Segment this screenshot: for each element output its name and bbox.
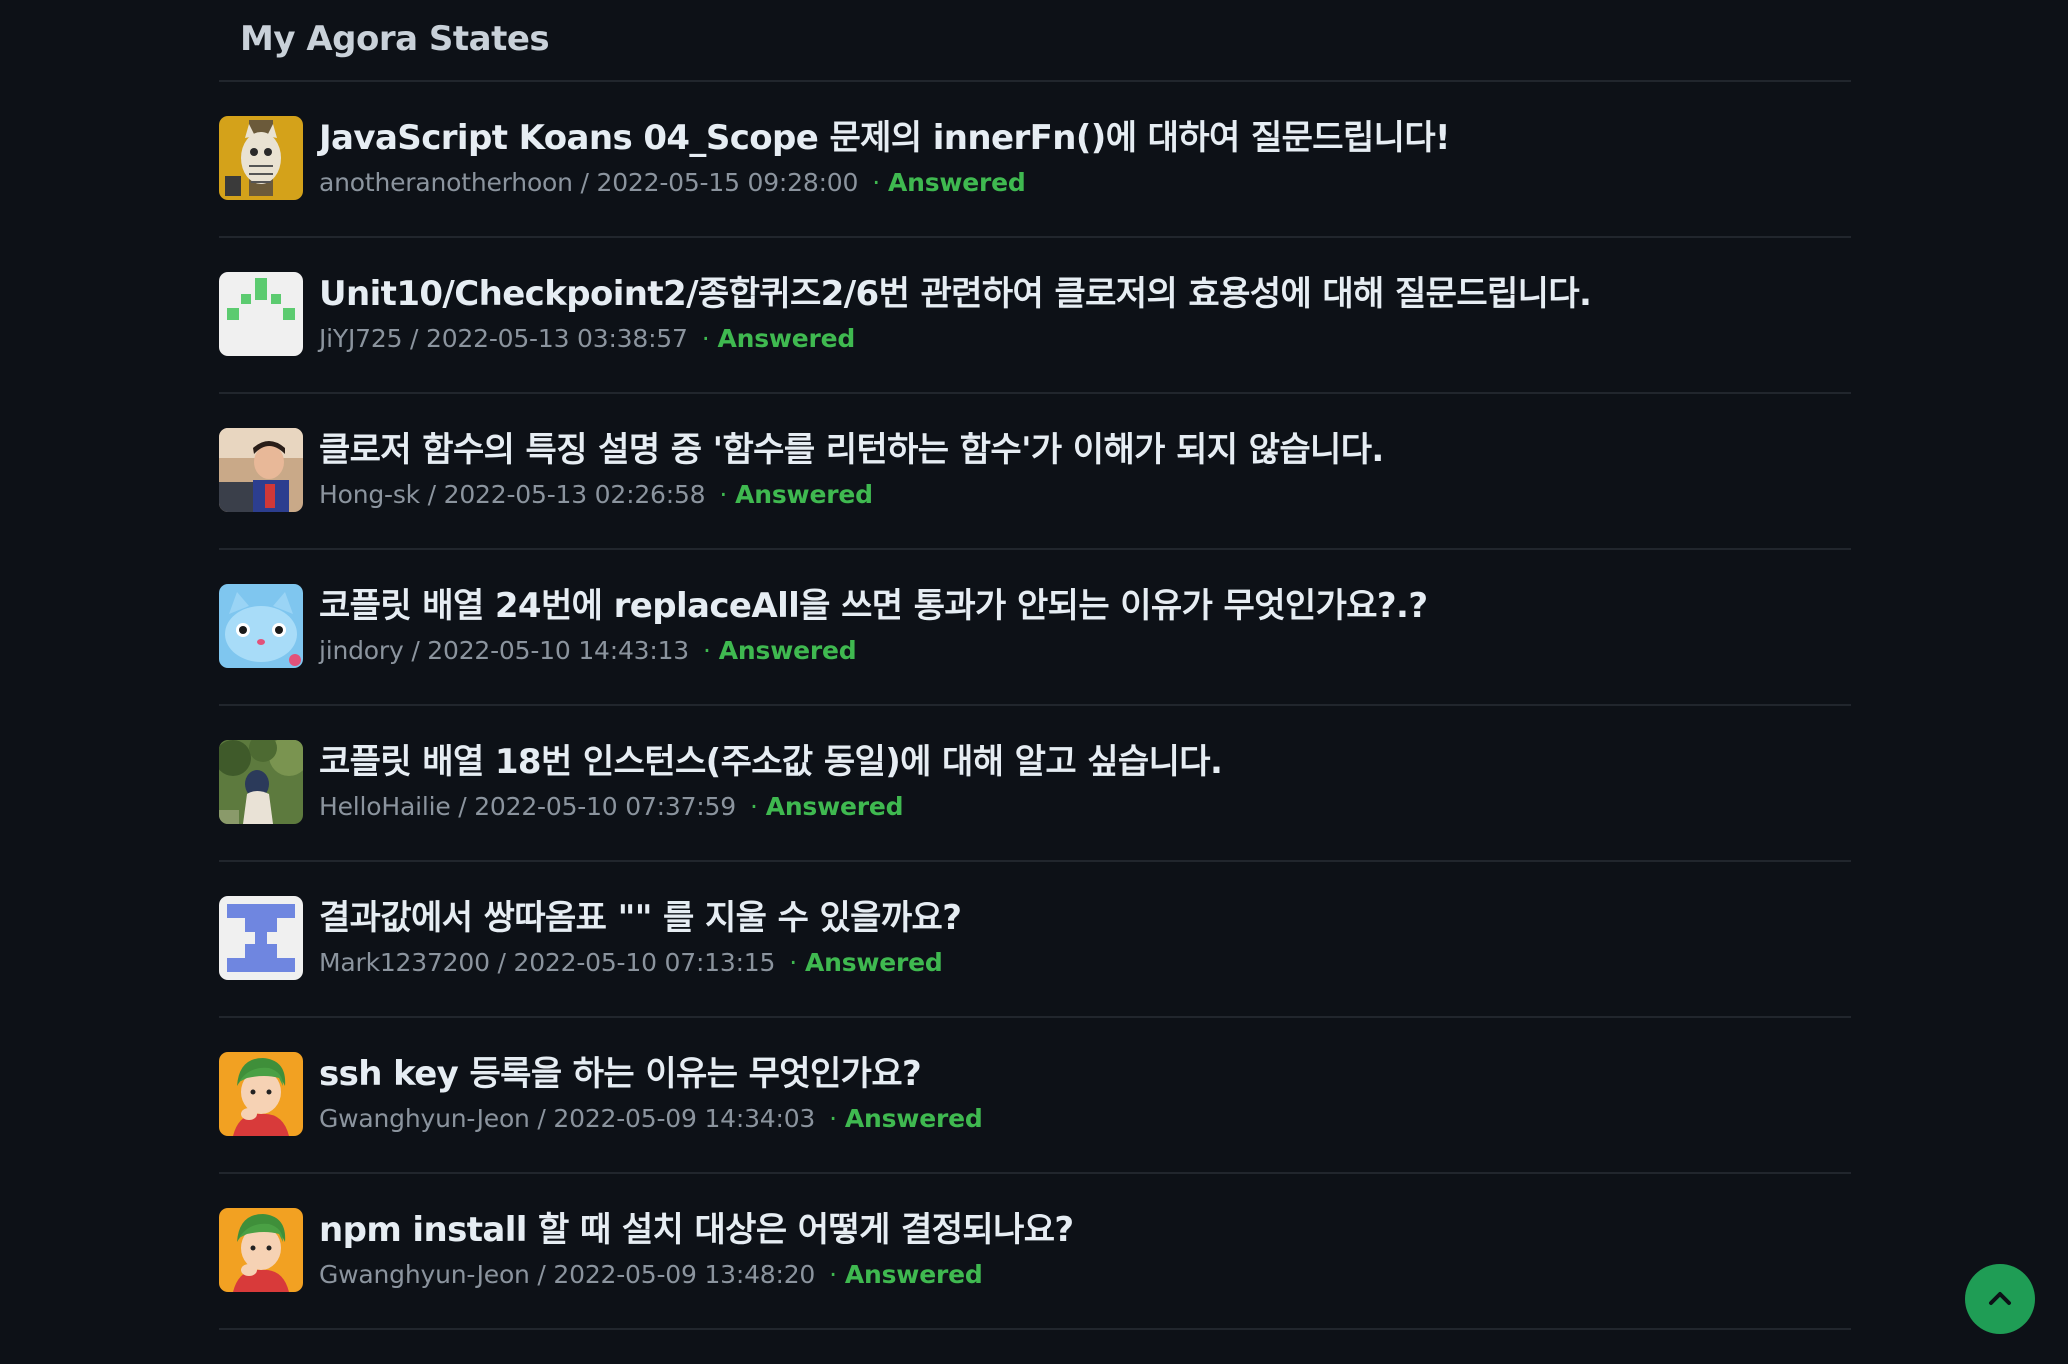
discussion-title[interactable]: 코플릿 배열 18번 인스턴스(주소값 동일)에 대해 알고 싶습니다. — [319, 740, 1223, 784]
status-dot-icon: · — [719, 480, 728, 509]
section-title: My Agora States — [240, 19, 550, 59]
discussion-meta: Mark1237200 / 2022-05-10 07:13:15 · Answer… — [319, 946, 961, 980]
discussion-meta: JiYJ725 / 2022-05-13 03:38:57 · Answered — [319, 322, 1591, 356]
status-answered: · Answered — [829, 1260, 983, 1289]
status-answered: · Answered — [701, 324, 856, 353]
discussion-item: Unit10/Checkpoint2/종합퀴즈2/6번 관련하여 클로저의 효용… — [219, 238, 1851, 394]
status-dot-icon: · — [789, 948, 797, 977]
cartoon-person-icon — [219, 1208, 303, 1292]
cat-illustration-icon — [219, 116, 303, 200]
status-answered: · Answered — [872, 168, 1026, 197]
status-answered: · Answered — [829, 1104, 983, 1133]
blue-identicon-icon — [219, 896, 303, 980]
discussion-title[interactable]: 결과값에서 쌍따옴표 "" 를 지울 수 있을까요? — [319, 896, 962, 940]
author-date: Gwanghyun-Jeon / 2022-05-09 13:48:20 — [319, 1260, 816, 1289]
status-dot-icon: · — [872, 168, 880, 197]
discussion-title[interactable]: Unit10/Checkpoint2/종합퀴즈2/6번 관련하여 클로저의 효용… — [319, 272, 1592, 316]
discussion-content: 코플릿 배열 18번 인스턴스(주소값 동일)에 대해 알고 싶습니다. Hel… — [319, 740, 1223, 824]
discussion-list: JavaScript Koans 04_Scope 문제의 innerFn()에… — [219, 82, 1851, 1330]
status-dot-icon: · — [829, 1260, 837, 1289]
author-date: Mark1237200 / 2022-05-10 07:13:15 — [319, 948, 776, 977]
status-label: Answered — [844, 1260, 983, 1289]
chevron-up-icon — [1989, 1292, 2011, 1305]
avatar[interactable] — [219, 584, 303, 668]
status-answered: · Answered — [749, 792, 904, 821]
page: My Agora States JavaScript Koans 04_Scop… — [0, 0, 2068, 1364]
discussion-content: JavaScript Koans 04_Scope 문제의 innerFn()에… — [319, 116, 1451, 200]
avatar[interactable] — [219, 896, 303, 980]
discussion-title[interactable]: 클로저 함수의 특징 설명 중 '함수를 리턴하는 함수'가 이해가 되지 않습… — [319, 428, 1384, 472]
status-dot-icon: · — [703, 636, 711, 665]
status-answered: · Answered — [789, 948, 943, 977]
status-answered: · Answered — [719, 480, 873, 509]
discussion-title[interactable]: 코플릿 배열 24번에 replaceAll을 쓰면 통과가 안되는 이유가 무… — [319, 584, 1428, 628]
blue-cat-icon — [219, 584, 303, 668]
discussion-meta: Hong-sk / 2022-05-13 02:26:58 · Answered — [319, 478, 1384, 512]
section-header: My Agora States — [219, 0, 1851, 82]
discussion-meta: jindory / 2022-05-10 14:43:13 · Answered — [319, 634, 1428, 668]
status-label: Answered — [717, 324, 856, 353]
author-date: Gwanghyun-Jeon / 2022-05-09 14:34:03 — [319, 1104, 816, 1133]
discussion-title[interactable]: npm install 할 때 설치 대상은 어떻게 결정되나요? — [319, 1208, 1074, 1252]
avatar[interactable] — [219, 1208, 303, 1292]
status-answered: · Answered — [703, 636, 857, 665]
nature-photo-icon — [219, 740, 303, 824]
status-label: Answered — [804, 948, 943, 977]
discussion-content: ssh key 등록을 하는 이유는 무엇인가요? Gwanghyun-Jeon… — [319, 1052, 983, 1136]
avatar[interactable] — [219, 740, 303, 824]
status-label: Answered — [887, 168, 1026, 197]
scroll-to-top-button[interactable] — [1965, 1264, 2035, 1334]
discussion-meta: Gwanghyun-Jeon / 2022-05-09 13:48:20 · Ans… — [319, 1258, 1074, 1292]
discussion-item: 클로저 함수의 특징 설명 중 '함수를 리턴하는 함수'가 이해가 되지 않습… — [219, 394, 1851, 550]
author-date: HelloHailie / 2022-05-10 07:37:59 — [319, 792, 736, 821]
status-label: Answered — [718, 636, 857, 665]
discussion-content: 코플릿 배열 24번에 replaceAll을 쓰면 통과가 안되는 이유가 무… — [319, 584, 1428, 668]
author-date: jindory / 2022-05-10 14:43:13 — [319, 636, 690, 665]
discussion-item: 결과값에서 쌍따옴표 "" 를 지울 수 있을까요? Mark1237200 /… — [219, 862, 1851, 1018]
discussion-meta: Gwanghyun-Jeon / 2022-05-09 14:34:03 · Ans… — [319, 1102, 983, 1136]
status-label: Answered — [844, 1104, 983, 1133]
discussion-title[interactable]: ssh key 등록을 하는 이유는 무엇인가요? — [319, 1052, 983, 1096]
avatar[interactable] — [219, 428, 303, 512]
discussion-content: 클로저 함수의 특징 설명 중 '함수를 리턴하는 함수'가 이해가 되지 않습… — [319, 428, 1384, 512]
discussion-container: My Agora States JavaScript Koans 04_Scop… — [219, 0, 1851, 1330]
discussion-item: ssh key 등록을 하는 이유는 무엇인가요? Gwanghyun-Jeon… — [219, 1018, 1851, 1174]
discussion-item: 코플릿 배열 24번에 replaceAll을 쓰면 통과가 안되는 이유가 무… — [219, 550, 1851, 706]
status-label: Answered — [765, 792, 904, 821]
status-dot-icon: · — [829, 1104, 837, 1133]
author-date: JiYJ725 / 2022-05-13 03:38:57 — [319, 324, 688, 353]
avatar[interactable] — [219, 272, 303, 356]
status-dot-icon: · — [701, 324, 710, 353]
discussion-item: npm install 할 때 설치 대상은 어떻게 결정되나요? Gwangh… — [219, 1174, 1851, 1330]
author-date: Hong-sk / 2022-05-13 02:26:58 — [319, 480, 706, 509]
avatar[interactable] — [219, 1052, 303, 1136]
status-dot-icon: · — [749, 792, 758, 821]
discussion-meta: anotheranotherhoon / 2022-05-15 09:28:00… — [319, 166, 1450, 200]
discussion-title[interactable]: JavaScript Koans 04_Scope 문제의 innerFn()에… — [319, 116, 1451, 160]
person-photo-icon — [219, 428, 303, 512]
discussion-content: Unit10/Checkpoint2/종합퀴즈2/6번 관련하여 클로저의 효용… — [319, 272, 1592, 356]
green-identicon-icon — [219, 272, 303, 356]
discussion-meta: HelloHailie / 2022-05-10 07:37:59 · Answer… — [319, 790, 1222, 824]
status-label: Answered — [735, 480, 873, 509]
discussion-item: 코플릿 배열 18번 인스턴스(주소값 동일)에 대해 알고 싶습니다. Hel… — [219, 706, 1851, 862]
avatar[interactable] — [219, 116, 303, 200]
cartoon-person-icon — [219, 1052, 303, 1136]
author-date: anotheranotherhoon / 2022-05-15 09:28:00 — [319, 168, 859, 197]
discussion-content: npm install 할 때 설치 대상은 어떻게 결정되나요? Gwangh… — [319, 1208, 1074, 1292]
discussion-content: 결과값에서 쌍따옴표 "" 를 지울 수 있을까요? Mark1237200 /… — [319, 896, 962, 980]
discussion-item: JavaScript Koans 04_Scope 문제의 innerFn()에… — [219, 82, 1851, 238]
